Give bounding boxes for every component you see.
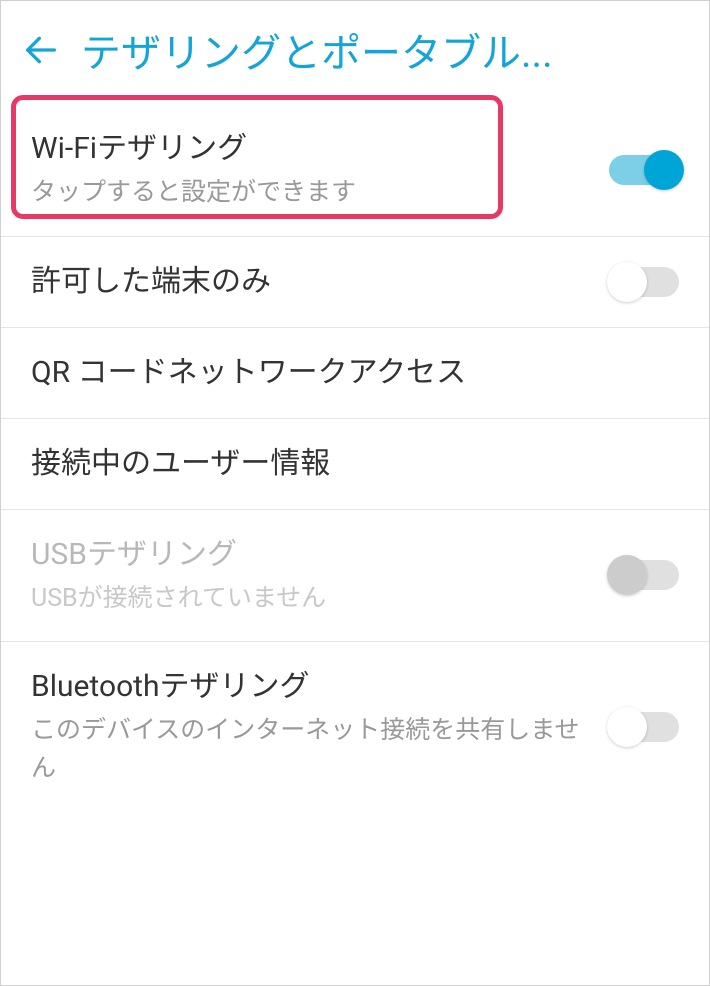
allowed-devices-toggle[interactable] bbox=[609, 267, 679, 297]
usb-tethering-subtitle: USBが接続されていません bbox=[31, 580, 589, 618]
page-title: テザリングとポータブル... bbox=[81, 21, 553, 79]
usb-tethering-toggle bbox=[609, 560, 679, 590]
bluetooth-tethering-text: Bluetoothテザリング このデバイスのインターネット接続を共有しません bbox=[31, 666, 589, 787]
header: テザリングとポータブル... bbox=[1, 1, 709, 104]
wifi-tethering-toggle[interactable] bbox=[609, 155, 679, 185]
allowed-devices-text: 許可した端末のみ bbox=[31, 261, 589, 303]
wifi-tethering-title: Wi-Fiテザリング bbox=[31, 128, 589, 170]
bluetooth-tethering-toggle[interactable] bbox=[609, 712, 679, 742]
wifi-tethering-subtitle: タップすると設定ができます bbox=[31, 174, 589, 212]
wifi-tethering-text: Wi-Fiテザリング タップすると設定ができます bbox=[31, 128, 589, 212]
allowed-devices-title: 許可した端末のみ bbox=[31, 261, 589, 303]
bluetooth-tethering-subtitle: このデバイスのインターネット接続を共有しません bbox=[31, 712, 589, 787]
allowed-devices-item[interactable]: 許可した端末のみ bbox=[1, 237, 709, 328]
usb-tethering-title: USBテザリング bbox=[31, 534, 589, 576]
bluetooth-tethering-item[interactable]: Bluetoothテザリング このデバイスのインターネット接続を共有しません bbox=[1, 642, 709, 811]
connected-users-text: 接続中のユーザー情報 bbox=[31, 443, 679, 485]
usb-tethering-text: USBテザリング USBが接続されていません bbox=[31, 534, 589, 618]
usb-tethering-item: USBテザリング USBが接続されていません bbox=[1, 510, 709, 643]
connected-users-title: 接続中のユーザー情報 bbox=[31, 443, 679, 485]
qr-access-item[interactable]: QR コードネットワークアクセス bbox=[1, 328, 709, 419]
qr-access-title: QR コードネットワークアクセス bbox=[31, 352, 679, 394]
connected-users-item[interactable]: 接続中のユーザー情報 bbox=[1, 419, 709, 510]
qr-access-text: QR コードネットワークアクセス bbox=[31, 352, 679, 394]
wifi-tethering-item[interactable]: Wi-Fiテザリング タップすると設定ができます bbox=[1, 104, 709, 237]
bluetooth-tethering-title: Bluetoothテザリング bbox=[31, 666, 589, 708]
back-arrow-icon[interactable] bbox=[21, 30, 61, 70]
